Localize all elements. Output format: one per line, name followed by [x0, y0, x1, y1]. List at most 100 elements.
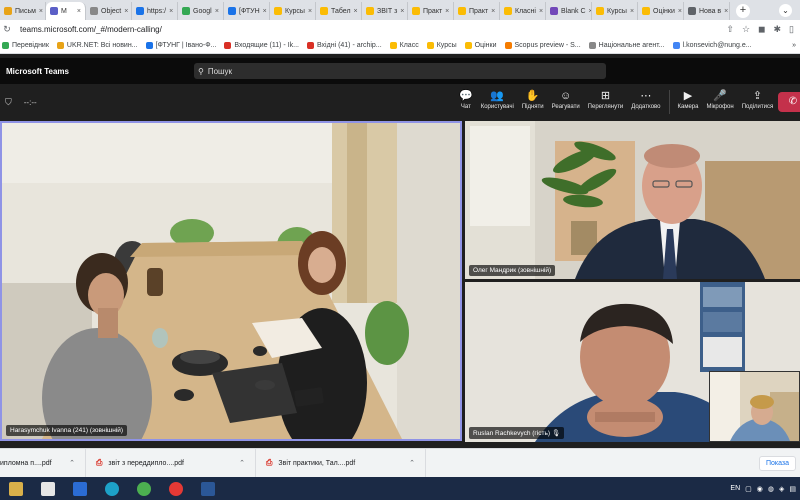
tab-label: [ФТУН: [239, 7, 260, 15]
file-icon[interactable]: [41, 481, 55, 496]
browser-tab[interactable]: Object ×: [86, 2, 132, 20]
more-bookmarks-icon[interactable]: »: [792, 42, 800, 49]
browser-tab[interactable]: Письм ×: [0, 2, 46, 20]
browser-tab[interactable]: Blank C×: [546, 2, 592, 20]
extensions-puzzle-icon[interactable]: ✱: [774, 24, 782, 35]
more-button[interactable]: ⋯ Додатково: [627, 88, 664, 116]
view-button[interactable]: ⊞ Переглянути: [584, 88, 628, 116]
browser-tab[interactable]: https:/×: [132, 2, 178, 20]
tray-icon[interactable]: ▢: [745, 485, 752, 493]
tray-icon[interactable]: ◉: [757, 485, 763, 493]
camera-button[interactable]: ▶ Камера: [674, 88, 703, 116]
browser-tab[interactable]: Курсы ×: [592, 2, 638, 20]
browser-tab[interactable]: ЗВІТ з ×: [362, 2, 408, 20]
store-icon[interactable]: [73, 481, 87, 496]
reload-icon[interactable]: ↻: [0, 24, 14, 35]
share-page-icon[interactable]: ⇧: [726, 24, 734, 35]
close-tab-icon[interactable]: ×: [724, 8, 728, 15]
close-tab-icon[interactable]: ×: [39, 8, 43, 15]
bookmark-item[interactable]: [ФТУНГ | Івано-Ф...: [145, 42, 216, 49]
url-field[interactable]: teams.microsoft.com/_#/modern-calling/: [20, 25, 162, 34]
bookmark-item[interactable]: Вхідні (41) - archip...: [306, 42, 382, 49]
edge-icon[interactable]: [105, 481, 119, 496]
browser-tab[interactable]: Практ ×: [408, 2, 454, 20]
shield-icon: ⛉: [5, 96, 12, 107]
bookmark-item[interactable]: Входящие (11) - Ik...: [224, 42, 299, 49]
chat-button[interactable]: 💬 Чат: [455, 88, 477, 116]
word-icon[interactable]: [201, 481, 215, 496]
close-tab-icon[interactable]: ×: [169, 8, 173, 15]
close-tab-icon[interactable]: ×: [630, 8, 634, 15]
close-tab-icon[interactable]: ×: [400, 8, 404, 15]
browser-tab[interactable]: Курсы ×: [270, 2, 316, 20]
close-tab-icon[interactable]: ×: [77, 8, 81, 15]
bookmark-item[interactable]: Перевідник: [2, 42, 49, 49]
microphone-button[interactable]: 🎤 Мікрофон: [702, 88, 737, 116]
bookmark-item[interactable]: Курсы: [426, 42, 457, 49]
chevron-up-icon[interactable]: ⌃: [409, 459, 415, 467]
bookmark-star-icon[interactable]: ☆: [742, 24, 750, 35]
video-tile-right-top[interactable]: Олег Мандрик (зовнішній): [465, 121, 800, 279]
browser-tab[interactable]: [ФТУН ×: [224, 2, 270, 20]
browser-tab[interactable]: Оцінки ×: [638, 2, 684, 20]
tray-icon[interactable]: ◍: [768, 485, 774, 493]
share-button[interactable]: ⇪ Поділитися: [738, 88, 778, 116]
react-button[interactable]: ☺ Реагувати: [548, 88, 584, 116]
leave-call-button[interactable]: ✆: [778, 92, 800, 112]
bookmark-favicon-icon: [426, 42, 434, 49]
bookmark-favicon-icon: [672, 42, 680, 49]
bookmark-item[interactable]: Оцінки: [464, 42, 497, 49]
language-indicator[interactable]: EN: [730, 485, 740, 492]
download-item[interactable]: ипломна п....pdf ⌃: [0, 448, 86, 478]
bookmark-label: Курсы: [436, 42, 457, 49]
close-tab-icon[interactable]: ×: [263, 8, 267, 15]
tray-icon[interactable]: ▤: [789, 485, 796, 493]
close-tab-icon[interactable]: ×: [445, 8, 449, 15]
bookmark-item[interactable]: UKR.NET: Всі новин...: [56, 42, 138, 49]
browser-tab[interactable]: M ×: [46, 2, 86, 20]
browser-tab[interactable]: Googl ×: [178, 2, 224, 20]
download-item[interactable]: ⎙ звіт з переддипло....pdf ⌃: [86, 448, 256, 478]
close-tab-icon[interactable]: ×: [124, 8, 128, 15]
tab-search-button[interactable]: ⌄: [779, 4, 792, 17]
tab-label: Object: [101, 7, 122, 15]
extension-icon[interactable]: ◼: [758, 24, 765, 35]
browser-tab[interactable]: Практ ×: [454, 2, 500, 20]
close-tab-icon[interactable]: ×: [354, 8, 358, 15]
chevron-up-icon[interactable]: ⌃: [69, 459, 75, 467]
people-button[interactable]: 👥 Користувачі: [477, 88, 518, 116]
chrome-icon-2[interactable]: [169, 481, 183, 496]
tab-favicon-icon: [504, 7, 512, 15]
close-tab-icon[interactable]: ×: [539, 8, 543, 15]
chevron-up-icon[interactable]: ⌃: [239, 459, 245, 467]
show-all-downloads-button[interactable]: Показа: [758, 455, 796, 471]
new-tab-button[interactable]: +: [736, 4, 750, 18]
video-tile-main[interactable]: Harasymchuk Ivanna (241) (зовнішній): [0, 121, 462, 441]
tray-icon[interactable]: ◈: [779, 485, 784, 493]
bookmark-favicon-icon: [588, 42, 596, 49]
bookmark-item[interactable]: Класс: [389, 42, 419, 49]
raise-hand-button[interactable]: ✋ Підняти: [518, 88, 548, 116]
bookmark-favicon-icon: [306, 42, 314, 49]
close-tab-icon[interactable]: ×: [215, 8, 219, 15]
close-tab-icon[interactable]: ×: [491, 8, 495, 15]
sidepanel-icon[interactable]: ▯: [789, 24, 794, 35]
microphone-icon: 🎤: [713, 90, 727, 102]
search-input[interactable]: ⚲ Пошук: [194, 63, 606, 79]
self-view-thumbnail[interactable]: [709, 371, 800, 442]
close-tab-icon[interactable]: ×: [308, 8, 312, 15]
bookmark-item[interactable]: l.konsevich@nung.e...: [672, 42, 752, 49]
close-tab-icon[interactable]: ×: [678, 8, 682, 15]
download-item[interactable]: ⎙ Звіт практики, Тал....pdf ⌃: [256, 448, 426, 478]
bookmark-item[interactable]: Scopus preview - S...: [504, 42, 581, 49]
bookmark-item[interactable]: Національне агент...: [588, 42, 665, 49]
browser-tab[interactable]: Табел ×: [316, 2, 362, 20]
control-label: Поділитися: [741, 104, 774, 110]
tab-label: Googl: [193, 7, 212, 15]
file-explorer-icon[interactable]: [9, 481, 23, 496]
chrome-icon[interactable]: [137, 481, 151, 496]
bookmark-label: Оцінки: [474, 42, 497, 49]
browser-tab[interactable]: Класні ×: [500, 2, 546, 20]
downloads-bar: ипломна п....pdf ⌃ ⎙ звіт з переддипло....p…: [0, 448, 800, 478]
browser-tab[interactable]: Нова в ×: [684, 2, 730, 20]
